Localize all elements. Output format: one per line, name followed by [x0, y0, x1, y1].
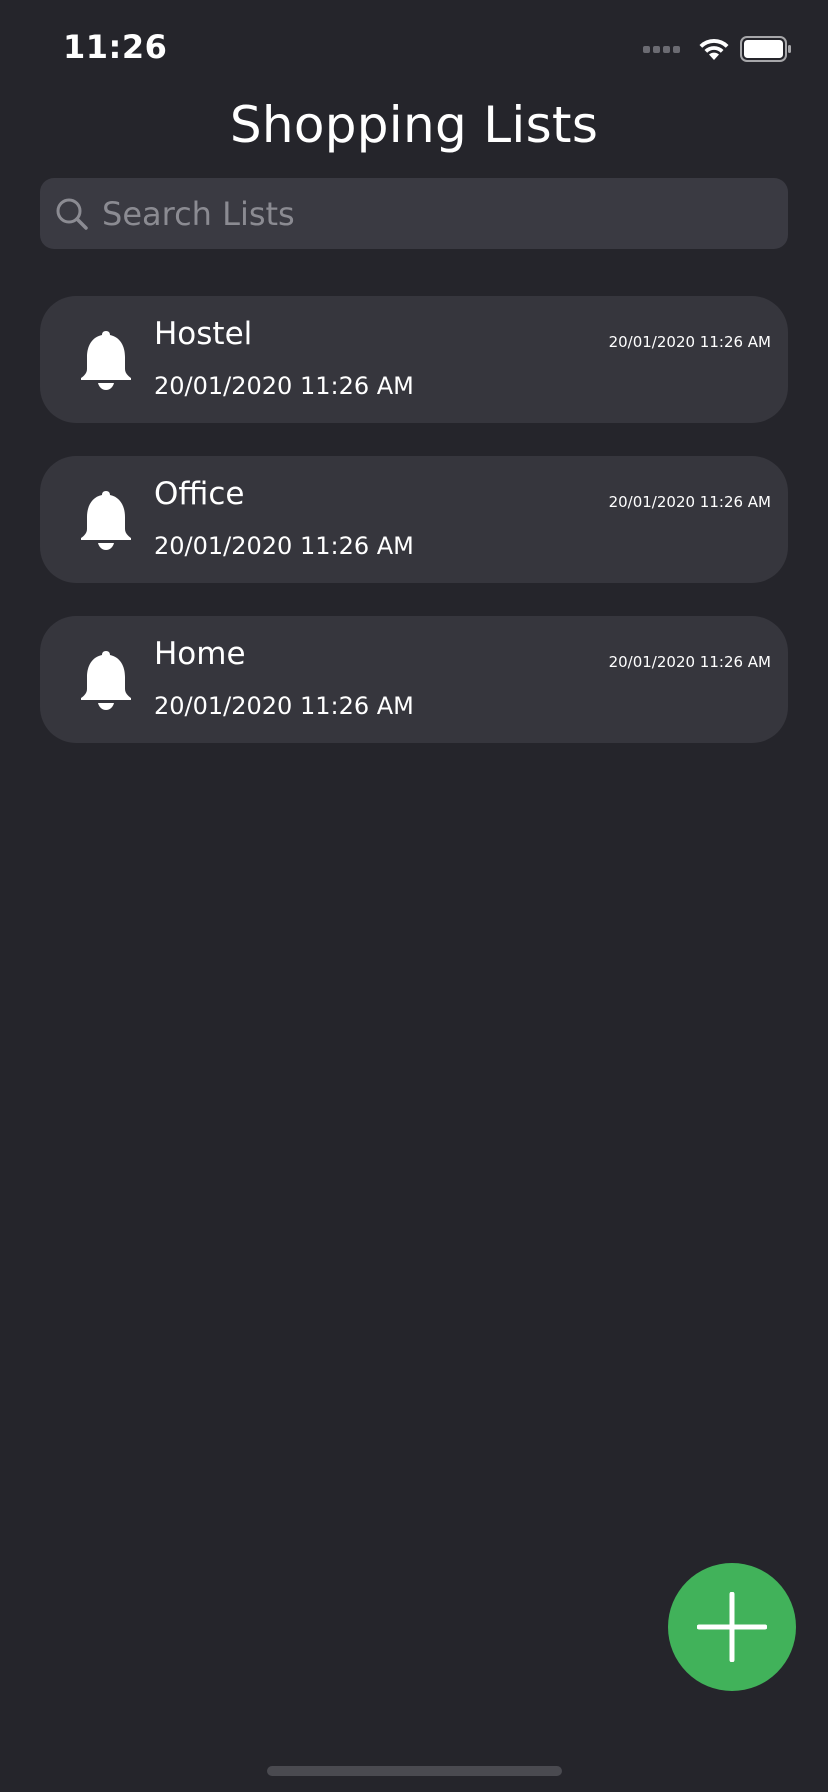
search-icon: [54, 196, 90, 232]
list-date-small: 20/01/2020 11:26 AM: [608, 493, 771, 511]
search-input[interactable]: Search Lists: [102, 195, 295, 233]
bell-icon: [76, 489, 136, 551]
list-item-office[interactable]: Office 20/01/2020 11:26 AM 20/01/2020 11…: [40, 456, 788, 583]
list-item-home[interactable]: Home 20/01/2020 11:26 AM 20/01/2020 11:2…: [40, 616, 788, 743]
status-bar: 11:26: [0, 0, 828, 100]
wifi-icon: [699, 38, 729, 60]
plus-icon: [697, 1592, 767, 1662]
list-date-small: 20/01/2020 11:26 AM: [608, 653, 771, 671]
status-time: 11:26: [63, 28, 168, 66]
page-title: Shopping Lists: [229, 96, 599, 154]
bell-icon: [76, 329, 136, 391]
home-indicator[interactable]: [267, 1766, 562, 1776]
add-list-button[interactable]: [668, 1563, 796, 1691]
battery-icon: [740, 36, 791, 62]
list-date: 20/01/2020 11:26 AM: [154, 532, 414, 560]
list-date: 20/01/2020 11:26 AM: [154, 692, 414, 720]
status-icons: [643, 36, 792, 62]
bell-icon: [76, 649, 136, 711]
cellular-signal-icon: [643, 45, 680, 53]
list-name: Home: [154, 636, 246, 672]
list-name: Office: [154, 476, 245, 512]
list-name: Hostel: [154, 316, 253, 352]
list-date: 20/01/2020 11:26 AM: [154, 372, 414, 400]
search-bar[interactable]: Search Lists: [40, 178, 788, 249]
list-item-hostel[interactable]: Hostel 20/01/2020 11:26 AM 20/01/2020 11…: [40, 296, 788, 423]
list-date-small: 20/01/2020 11:26 AM: [608, 333, 771, 351]
